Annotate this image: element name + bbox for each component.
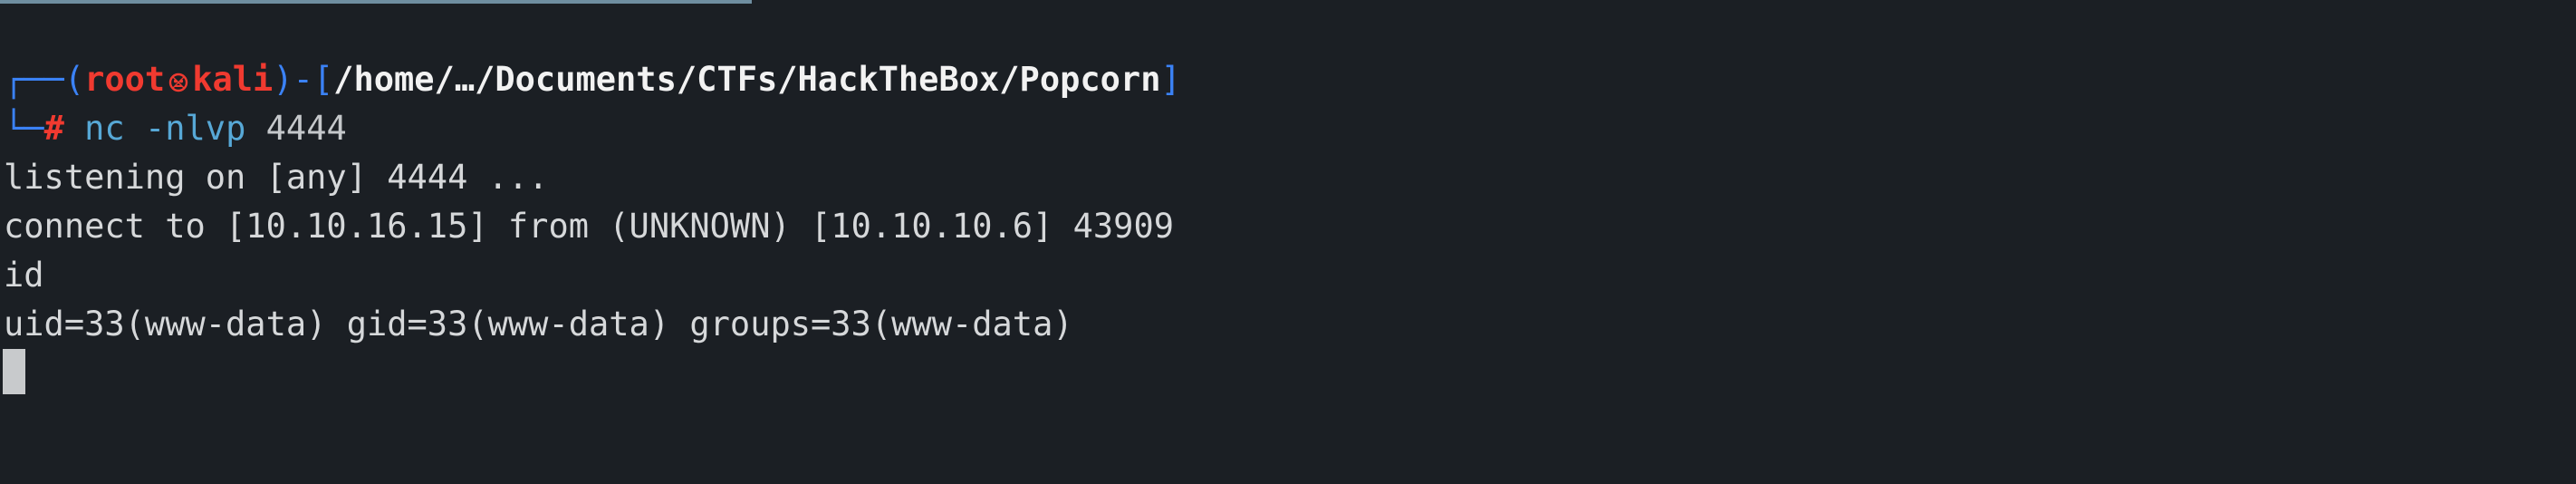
skull-icon bbox=[169, 73, 188, 92]
terminal-window[interactable]: ┌──(root kali)-[/home/…/Documents/CTFs/Ha… bbox=[0, 0, 2576, 484]
prompt-host: kali bbox=[192, 60, 274, 99]
output-line: connect to [10.10.16.15] from (UNKNOWN) … bbox=[4, 207, 1175, 246]
prompt-box-bottom: └─ bbox=[4, 109, 44, 148]
output-line: id bbox=[4, 256, 44, 295]
output-line: uid=33(www-data) gid=33(www-data) groups… bbox=[4, 305, 1073, 344]
prompt-user: root bbox=[84, 60, 166, 99]
prompt-path: /home/…/Documents/CTFs/HackTheBox/Popcor… bbox=[333, 60, 1161, 99]
prompt-close-paren-dash: )- bbox=[273, 60, 313, 99]
prompt-open-bracket: [ bbox=[312, 60, 334, 99]
prompt-close-bracket: ] bbox=[1160, 60, 1181, 99]
active-tab-indicator bbox=[0, 0, 752, 4]
output-line: listening on [any] 4444 ... bbox=[4, 158, 549, 197]
prompt-line-1: ┌──(root kali)-[/home/…/Documents/CTFs/Ha… bbox=[4, 55, 1181, 104]
command-port: 4444 bbox=[265, 109, 347, 148]
command-name: nc bbox=[84, 109, 125, 148]
prompt-open-paren: ( bbox=[63, 60, 85, 99]
prompt-hash: # bbox=[43, 109, 64, 148]
prompt-line-2: └─# nc -nlvp 4444 bbox=[4, 104, 347, 153]
prompt-box-top: ┌── bbox=[4, 60, 64, 99]
text-cursor bbox=[3, 349, 25, 394]
command-args: -nlvp bbox=[144, 109, 246, 148]
